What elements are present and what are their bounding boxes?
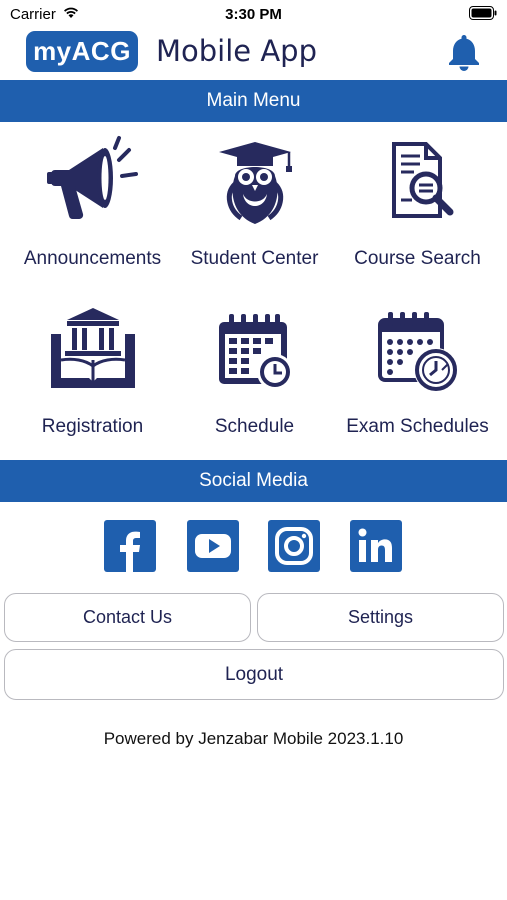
app-title: Mobile App <box>156 34 318 68</box>
logout-button[interactable]: Logout <box>4 649 504 700</box>
menu-item-announcements[interactable]: Announcements <box>8 130 177 280</box>
clock: 3:30 PM <box>225 6 282 23</box>
bell-icon[interactable] <box>447 33 481 76</box>
app-logo: myACG <box>26 31 138 72</box>
menu-item-student-center[interactable]: Student Center <box>170 130 339 280</box>
linkedin-icon[interactable] <box>350 520 402 572</box>
main-menu-header: Main Menu <box>0 80 507 122</box>
megaphone-icon <box>8 130 177 230</box>
building-book-icon <box>8 300 177 400</box>
menu-item-label: Schedule <box>214 416 295 437</box>
menu-item-label: Course Search <box>354 248 481 269</box>
youtube-icon[interactable] <box>187 520 239 572</box>
menu-item-schedule[interactable]: Schedule <box>170 300 339 450</box>
social-media-header: Social Media <box>0 460 507 502</box>
menu-item-exam-schedules[interactable]: Exam Schedules <box>333 300 502 450</box>
menu-item-label: Registration <box>41 416 144 437</box>
calendar-clock-icon <box>170 300 339 400</box>
menu-item-course-search[interactable]: Course Search <box>333 130 502 280</box>
menu-item-label: Announcements <box>23 248 162 269</box>
menu-item-registration[interactable]: Registration <box>8 300 177 450</box>
facebook-icon[interactable] <box>104 520 156 572</box>
app-header: myACG Mobile App <box>0 28 507 78</box>
powered-by-footer: Powered by Jenzabar Mobile 2023.1.10 <box>103 729 404 748</box>
battery-icon <box>469 6 497 25</box>
document-search-icon <box>333 130 502 230</box>
owl-graduate-icon <box>170 130 339 230</box>
calendar-alarm-icon <box>333 300 502 400</box>
menu-item-label: Student Center <box>190 248 319 269</box>
status-bar: Carrier 3:30 PM <box>0 0 507 28</box>
contact-us-button[interactable]: Contact Us <box>4 593 251 642</box>
instagram-icon[interactable] <box>268 520 320 572</box>
settings-button[interactable]: Settings <box>257 593 504 642</box>
menu-item-label: Exam Schedules <box>346 416 489 437</box>
